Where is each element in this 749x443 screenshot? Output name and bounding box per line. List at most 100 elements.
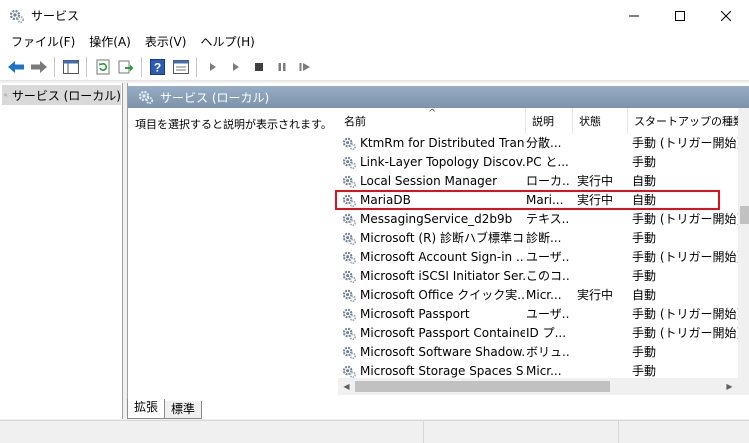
column-status[interactable]: 状態 bbox=[573, 108, 628, 134]
toolbar-separator bbox=[141, 56, 142, 77]
table-row[interactable]: Microsoft Account Sign-in ... ユーザ... 手動 (ト… bbox=[338, 248, 738, 267]
service-description: ユーザ... bbox=[526, 307, 570, 321]
status-segment bbox=[424, 421, 619, 443]
forward-button[interactable] bbox=[27, 55, 50, 78]
service-name: Link-Layer Topology Discov... bbox=[360, 155, 525, 169]
sort-up-icon: ^ bbox=[428, 108, 437, 119]
gears-icon bbox=[138, 90, 154, 105]
gear-icon bbox=[342, 232, 357, 246]
column-startup-type[interactable]: スタートアップの種類 bbox=[628, 108, 738, 134]
menu-bar: ファイル(F) 操作(A) 表示(V) ヘルプ(H) bbox=[0, 31, 749, 53]
gear-icon bbox=[342, 308, 357, 322]
service-name: Microsoft Account Sign-in ... bbox=[360, 250, 525, 264]
export-icon bbox=[118, 60, 133, 73]
close-button[interactable] bbox=[703, 0, 749, 31]
table-row[interactable]: Microsoft Passport ユーザ... 手動 (トリガー開始) bbox=[338, 305, 738, 324]
table-row[interactable]: Microsoft iSCSI Initiator Ser... このコ... 手動 bbox=[338, 267, 738, 286]
column-description[interactable]: 説明 bbox=[526, 108, 573, 134]
scroll-right-button[interactable]: ▶ bbox=[721, 378, 738, 395]
scroll-left-button[interactable]: ◀ bbox=[338, 378, 355, 395]
status-segment bbox=[619, 421, 749, 443]
back-button[interactable] bbox=[4, 55, 27, 78]
properties-icon bbox=[172, 59, 189, 74]
minimize-icon bbox=[629, 15, 639, 16]
tab-extended[interactable]: 拡張 bbox=[127, 399, 166, 419]
vertical-scroll-thumb[interactable] bbox=[740, 206, 749, 224]
service-startup-type: 手動 (トリガー開始) bbox=[632, 212, 738, 226]
table-row[interactable]: MessagingService_d2b9b テキス... 手動 (トリガー開始) bbox=[338, 210, 738, 229]
service-status bbox=[577, 210, 629, 229]
status-segment bbox=[0, 421, 424, 443]
pane-header-title: サービス (ローカル) bbox=[160, 90, 270, 105]
pause-icon bbox=[278, 62, 285, 71]
tree-item-services-local[interactable]: サービス (ローカル) bbox=[2, 85, 121, 105]
service-startup-type: 手動 bbox=[632, 155, 657, 169]
close-icon bbox=[721, 10, 731, 21]
restart-icon bbox=[299, 62, 310, 71]
table-row[interactable]: Local Session Manager ローカ... 実行中 自動 bbox=[338, 172, 738, 191]
service-startup-type: 自動 bbox=[632, 288, 657, 302]
tree-item-label: サービス (ローカル) bbox=[11, 88, 121, 103]
service-status bbox=[577, 134, 629, 153]
menu-view[interactable]: 表示(V) bbox=[138, 31, 194, 53]
table-row[interactable]: Microsoft (R) 診断ハブ標準コ... 診断... 手動 bbox=[338, 229, 738, 248]
export-list-button[interactable] bbox=[114, 55, 137, 78]
help-icon: ? bbox=[150, 58, 165, 75]
service-description: 診断... bbox=[526, 231, 562, 245]
help-button[interactable]: ? bbox=[146, 55, 169, 78]
service-description: ID プ... bbox=[526, 326, 567, 340]
column-header: 名前 ^ 説明 状態 スタートアップの種類 bbox=[338, 108, 738, 134]
service-description: 分散... bbox=[526, 136, 562, 150]
table-row[interactable]: Microsoft Software Shadow... ボリュ... 手動 bbox=[338, 343, 738, 362]
service-name: KtmRm for Distributed Trans... bbox=[360, 136, 525, 150]
service-description: PC と... bbox=[526, 155, 569, 169]
service-status: 実行中 bbox=[577, 174, 614, 188]
menu-action[interactable]: 操作(A) bbox=[82, 31, 138, 53]
tab-standard[interactable]: 標準 bbox=[164, 401, 203, 419]
service-name: Microsoft Office クイック実... bbox=[360, 288, 525, 302]
service-name-cell: Microsoft Account Sign-in ... bbox=[342, 248, 525, 267]
start-service-button[interactable] bbox=[201, 55, 224, 78]
restart-service-button[interactable] bbox=[293, 55, 316, 78]
console-tree: サービス (ローカル) bbox=[0, 83, 123, 419]
svg-text:?: ? bbox=[154, 60, 161, 74]
properties-button[interactable] bbox=[169, 55, 192, 78]
menu-help[interactable]: ヘルプ(H) bbox=[193, 31, 261, 53]
toolbar-separator bbox=[86, 56, 87, 77]
horizontal-scrollbar[interactable]: ◀ ▶ bbox=[338, 378, 738, 395]
table-row[interactable]: KtmRm for Distributed Trans... 分散... 手動 (ト… bbox=[338, 134, 738, 153]
service-description: ローカ... bbox=[526, 174, 570, 188]
status-bar bbox=[0, 420, 749, 443]
scrollbar-corner bbox=[738, 378, 749, 395]
service-status bbox=[577, 324, 629, 343]
play-icon bbox=[232, 62, 239, 71]
table-row[interactable]: Microsoft Office クイック実... Micr... 実行中 自動 bbox=[338, 286, 738, 305]
table-row[interactable]: Microsoft Passport Container ID プ... 手動 (ト… bbox=[338, 324, 738, 343]
play-icon bbox=[209, 62, 216, 71]
stop-service-button[interactable] bbox=[247, 55, 270, 78]
minimize-button[interactable] bbox=[611, 0, 657, 31]
service-name-cell: KtmRm for Distributed Trans... bbox=[342, 134, 525, 153]
service-description: Micr... bbox=[526, 288, 562, 302]
gears-icon bbox=[4, 93, 8, 97]
vertical-scrollbar[interactable] bbox=[738, 108, 749, 378]
pause-service-button[interactable] bbox=[270, 55, 293, 78]
window-title: サービス bbox=[31, 9, 80, 23]
gear-icon bbox=[342, 289, 357, 303]
toolbar-separator bbox=[196, 56, 197, 77]
service-status: 実行中 bbox=[577, 288, 614, 302]
refresh-button[interactable] bbox=[91, 55, 114, 78]
start-service-alt-button[interactable] bbox=[224, 55, 247, 78]
maximize-button[interactable] bbox=[657, 0, 703, 31]
menu-file[interactable]: ファイル(F) bbox=[4, 31, 82, 53]
horizontal-scroll-thumb[interactable] bbox=[355, 381, 610, 392]
service-name-cell: Microsoft Office クイック実... bbox=[342, 286, 525, 305]
console-tree-icon bbox=[62, 59, 79, 74]
service-name-cell: Microsoft Software Shadow... bbox=[342, 343, 525, 362]
service-status bbox=[577, 248, 629, 267]
services-list: 名前 ^ 説明 状態 スタートアップの種類 KtmRm for Distribu… bbox=[338, 108, 749, 395]
service-startup-type: 手動 bbox=[632, 231, 657, 245]
back-arrow-icon bbox=[7, 60, 24, 73]
show-hide-console-tree-button[interactable] bbox=[59, 55, 82, 78]
table-row[interactable]: Link-Layer Topology Discov... PC と... 手動 bbox=[338, 153, 738, 172]
